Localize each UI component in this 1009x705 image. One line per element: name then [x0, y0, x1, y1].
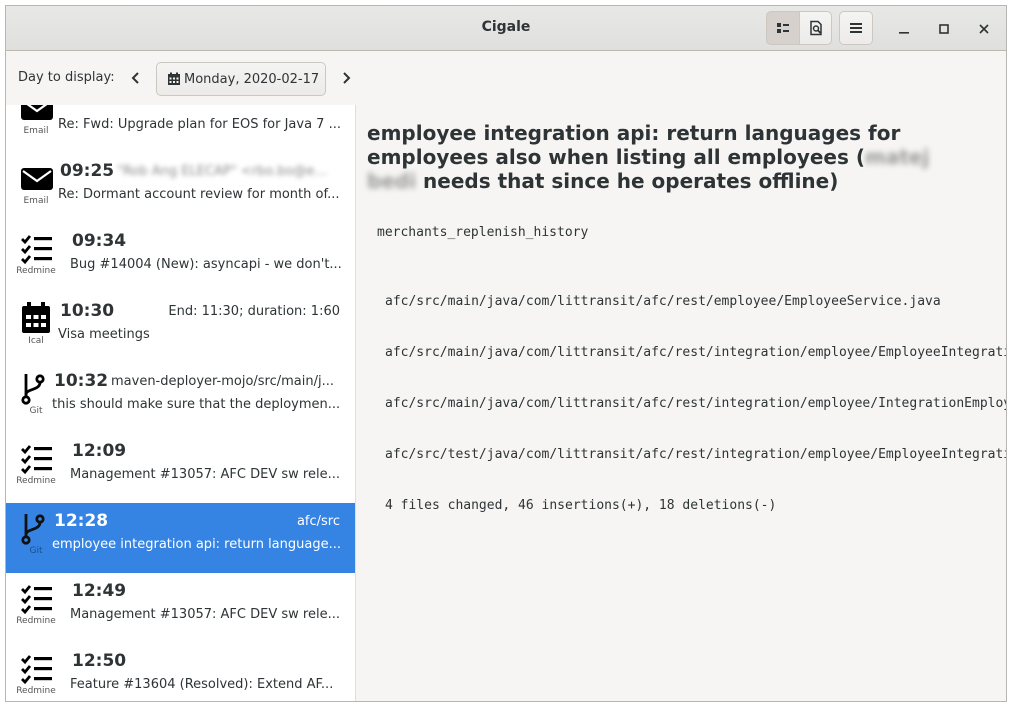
checklist-icon	[20, 581, 54, 615]
event-extra-info: maven-deployer-mojo/src/main/j...	[111, 374, 335, 389]
event-time: 09:25	[60, 161, 115, 181]
event-list[interactable]: Email Re: Fwd: Upgrade plan for EOS for J…	[6, 105, 356, 701]
event-source-label: Email	[23, 126, 49, 136]
changed-file: afc/src/test/java/com/littransit/afc/res…	[385, 447, 1006, 462]
event-detail-title: employee integration api: return languag…	[367, 121, 957, 193]
date-value: Monday, 2020-02-17	[184, 71, 320, 87]
email-icon	[20, 105, 54, 125]
title-text: employee integration api: return languag…	[367, 121, 901, 169]
email-icon	[20, 161, 54, 195]
changed-file: afc/src/main/java/com/littransit/afc/res…	[385, 294, 941, 309]
event-time: 10:30	[60, 301, 115, 321]
close-icon	[979, 24, 989, 34]
changed-file: afc/src/main/java/com/littransit/afc/res…	[385, 396, 1007, 411]
git-branch-icon	[20, 511, 54, 545]
event-description: Visa meetings	[58, 327, 150, 342]
minimize-icon	[899, 32, 909, 34]
event-time: 09:34	[72, 231, 127, 251]
event-source-label: Redmine	[16, 616, 56, 626]
date-picker-button[interactable]: Monday, 2020-02-17	[156, 62, 326, 96]
event-description: Re: Fwd: Upgrade plan for EOS for Java 7…	[58, 117, 341, 132]
document-search-icon	[809, 20, 822, 36]
event-row[interactable]: Redmine 12:50 Feature #13604 (Resolved): E…	[6, 643, 355, 701]
event-time: 12:50	[72, 651, 127, 671]
checklist-icon	[20, 651, 54, 685]
app-window: Cigale Day to display: Monday, 2020-02-1…	[5, 5, 1007, 702]
header-bar: Cigale	[6, 6, 1006, 51]
event-source-label: Redmine	[16, 266, 56, 276]
chevron-left-icon	[131, 72, 139, 84]
hamburger-icon	[850, 23, 862, 33]
event-description: Bug #14004 (New): asyncapi - we don't...	[70, 257, 342, 272]
changed-files: afc/src/main/java/com/littransit/afc/res…	[385, 259, 1007, 548]
event-source-label: Ical	[28, 336, 44, 346]
event-row[interactable]: Git 12:28 afc/src employee integration api:…	[6, 503, 355, 573]
event-source-label: Git	[29, 406, 43, 416]
chevron-right-icon	[343, 72, 351, 84]
event-description: Re: Dormant account review for month of.…	[58, 187, 340, 202]
branch-name: merchants_replenish_history	[377, 225, 589, 240]
day-toolbar: Day to display: Monday, 2020-02-17	[6, 52, 1006, 105]
event-source-label: Email	[23, 196, 49, 206]
previous-day-button[interactable]	[128, 70, 144, 86]
diff-summary: 4 files changed, 46 insertions(+), 18 de…	[385, 498, 777, 513]
event-time: 12:49	[72, 581, 127, 601]
calendar-icon	[20, 301, 54, 335]
event-time: 12:09	[72, 441, 127, 461]
event-row[interactable]: Redmine 09:34 Bug #14004 (New): asyncapi -…	[6, 223, 355, 293]
calendar-icon	[168, 72, 180, 85]
event-time: 12:28	[54, 511, 109, 531]
list-view-icon	[777, 23, 789, 33]
checklist-icon	[20, 441, 54, 475]
list-view-button[interactable]	[766, 11, 800, 45]
event-row[interactable]: Redmine 12:09 Management #13057: AFC DEV s…	[6, 433, 355, 503]
event-description: Management #13057: AFC DEV sw rele...	[70, 467, 340, 482]
changed-file: afc/src/main/java/com/littransit/afc/res…	[385, 345, 1006, 360]
next-day-button[interactable]	[338, 70, 354, 86]
event-source-label: Redmine	[16, 686, 56, 696]
event-time: 10:32	[54, 371, 109, 391]
event-detail-pane: employee integration api: return languag…	[356, 105, 1007, 701]
event-description: this should make sure that the deploymen…	[52, 397, 341, 412]
event-description: Management #13057: AFC DEV sw rele...	[70, 607, 340, 622]
close-button[interactable]	[973, 18, 995, 40]
event-extra-info: afc/src	[296, 514, 340, 529]
maximize-button[interactable]	[933, 18, 955, 40]
event-row[interactable]: Redmine 12:49 Management #13057: AFC DEV s…	[6, 573, 355, 643]
minimize-button[interactable]	[893, 18, 915, 40]
title-text-end: needs that since he operates offline)	[416, 169, 839, 193]
event-row[interactable]: Ical 10:30 End: 11:30; duration: 1:60 Visa …	[6, 293, 355, 363]
main-menu-button[interactable]	[839, 11, 873, 45]
checklist-icon	[20, 231, 54, 265]
maximize-icon	[939, 24, 949, 34]
event-description: employee integration api: return languag…	[52, 537, 341, 552]
event-source-label: Redmine	[16, 476, 56, 486]
event-row[interactable]: Email Re: Fwd: Upgrade plan for EOS for J…	[6, 105, 355, 153]
git-branch-icon	[20, 371, 54, 405]
report-view-button[interactable]	[799, 11, 832, 45]
event-extra-info: End: 11:30; duration: 1:60	[168, 304, 340, 319]
event-description: Feature #13604 (Resolved): Extend AF...	[70, 677, 334, 692]
event-source-label: Git	[29, 546, 43, 556]
event-row[interactable]: Git 10:32 maven-deployer-mojo/src/main/j..…	[6, 363, 355, 433]
day-label: Day to display:	[18, 70, 115, 85]
event-extra-info: "Rob Ang ELECAP" <rbo.bo@email...	[117, 164, 340, 179]
event-row[interactable]: Email 09:25 "Rob Ang ELECAP" <rbo.bo@email…	[6, 153, 355, 223]
